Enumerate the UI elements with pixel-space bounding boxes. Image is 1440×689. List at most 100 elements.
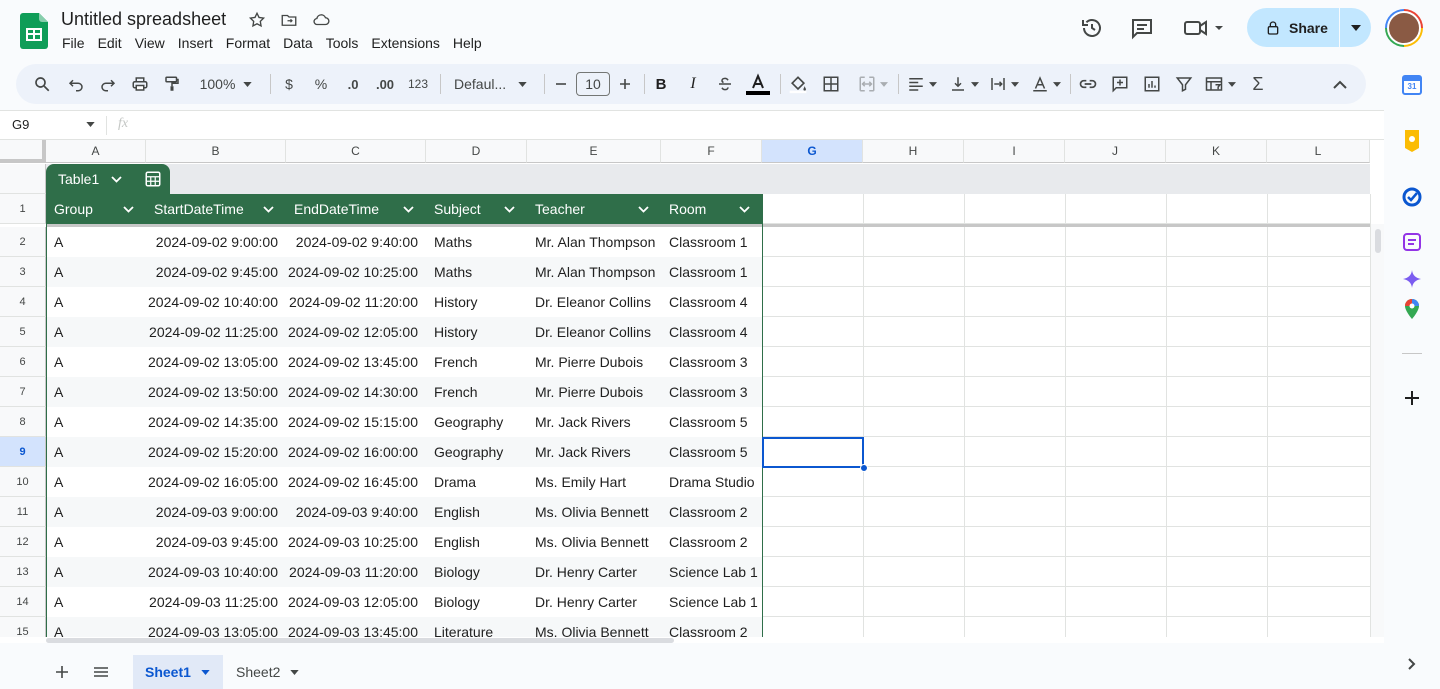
font-family-select[interactable]: Defaul... bbox=[448, 64, 532, 104]
filter-icon[interactable] bbox=[1172, 64, 1196, 104]
active-cell-selection[interactable] bbox=[762, 437, 864, 468]
table-cell-enddatetime[interactable]: 2024-09-02 14:30:00 bbox=[286, 377, 426, 407]
table-cell-group[interactable]: A bbox=[46, 317, 146, 347]
table-cell-subject[interactable]: Maths bbox=[426, 257, 527, 287]
column-header-j[interactable]: J bbox=[1065, 140, 1166, 163]
insert-chart-icon[interactable] bbox=[1140, 64, 1164, 104]
table-cell-room[interactable]: Science Lab 1 bbox=[661, 587, 762, 617]
row-header-14[interactable]: 14 bbox=[0, 587, 46, 617]
table-settings-icon[interactable] bbox=[138, 164, 168, 194]
table-cell-room[interactable]: Drama Studio bbox=[661, 467, 762, 497]
table-cell-subject[interactable]: History bbox=[426, 287, 527, 317]
sheet-tab-sheet2[interactable]: Sheet2 bbox=[236, 655, 316, 689]
row-header-5[interactable]: 5 bbox=[0, 317, 46, 347]
fill-color-icon[interactable] bbox=[786, 64, 810, 104]
row-header-1[interactable]: 1 bbox=[0, 194, 46, 224]
redo-icon[interactable] bbox=[94, 64, 122, 104]
paint-format-icon[interactable] bbox=[158, 64, 186, 104]
table-cell-teacher[interactable]: Ms. Olivia Bennett bbox=[527, 497, 661, 527]
table-cell-startdatetime[interactable]: 2024-09-02 9:45:00 bbox=[146, 257, 286, 287]
table-cell-teacher[interactable]: Mr. Pierre Dubois bbox=[527, 347, 661, 377]
filter-views-icon[interactable] bbox=[1202, 64, 1238, 104]
table-cell-subject[interactable]: French bbox=[426, 347, 527, 377]
table-cell-startdatetime[interactable]: 2024-09-03 9:00:00 bbox=[146, 497, 286, 527]
undo-icon[interactable] bbox=[62, 64, 90, 104]
table-cell-enddatetime[interactable]: 2024-09-02 10:25:00 bbox=[286, 257, 426, 287]
fill-handle[interactable] bbox=[860, 464, 868, 472]
calendar-icon[interactable]: 31 bbox=[1400, 73, 1424, 97]
table-cell-teacher[interactable]: Mr. Alan Thompson bbox=[527, 227, 661, 257]
row-header-10[interactable]: 10 bbox=[0, 467, 46, 497]
bold-button[interactable]: B bbox=[650, 64, 672, 104]
table-cell-group[interactable]: A bbox=[46, 377, 146, 407]
table-cell-subject[interactable]: History bbox=[426, 317, 527, 347]
column-menu-chevron-icon[interactable] bbox=[504, 205, 515, 213]
row-header-8[interactable]: 8 bbox=[0, 407, 46, 437]
print-icon[interactable] bbox=[126, 64, 154, 104]
table-cell-enddatetime[interactable]: 2024-09-02 13:45:00 bbox=[286, 347, 426, 377]
horizontal-align-icon[interactable] bbox=[904, 64, 940, 104]
zoom-select[interactable]: 100% bbox=[192, 64, 260, 104]
text-rotation-icon[interactable] bbox=[1028, 64, 1064, 104]
table-cell-teacher[interactable]: Dr. Henry Carter bbox=[527, 587, 661, 617]
all-sheets-icon[interactable] bbox=[88, 655, 114, 689]
table-cell-startdatetime[interactable]: 2024-09-03 11:25:00 bbox=[146, 587, 286, 617]
table-cell-group[interactable]: A bbox=[46, 467, 146, 497]
caret-down-icon[interactable] bbox=[290, 669, 300, 675]
percent-format-button[interactable]: % bbox=[310, 64, 332, 104]
column-header-b[interactable]: B bbox=[146, 140, 286, 163]
insert-comment-icon[interactable] bbox=[1108, 64, 1132, 104]
decrease-font-size-icon[interactable] bbox=[552, 64, 570, 104]
more-formats-button[interactable]: 123 bbox=[405, 64, 431, 104]
table-cell-subject[interactable]: Drama bbox=[426, 467, 527, 497]
table-cell-room[interactable]: Classroom 4 bbox=[661, 287, 762, 317]
table-cell-subject[interactable]: Geography bbox=[426, 407, 527, 437]
vertical-align-icon[interactable] bbox=[946, 64, 982, 104]
table-cell-group[interactable]: A bbox=[46, 557, 146, 587]
add-sheet-icon[interactable] bbox=[50, 655, 74, 689]
row-header-11[interactable]: 11 bbox=[0, 497, 46, 527]
column-menu-chevron-icon[interactable] bbox=[123, 205, 134, 213]
name-box-caret-icon[interactable] bbox=[86, 122, 95, 127]
search-menus-icon[interactable] bbox=[28, 64, 56, 104]
table-cell-enddatetime[interactable]: 2024-09-03 12:05:00 bbox=[286, 587, 426, 617]
table-cell-startdatetime[interactable]: 2024-09-03 10:40:00 bbox=[146, 557, 286, 587]
column-header-c[interactable]: C bbox=[286, 140, 426, 163]
column-header-d[interactable]: D bbox=[426, 140, 527, 163]
merge-cells-icon[interactable] bbox=[854, 64, 892, 104]
text-color-icon[interactable] bbox=[746, 64, 770, 104]
frozen-row-divider[interactable] bbox=[46, 224, 1370, 227]
column-header-h[interactable]: H bbox=[863, 140, 964, 163]
table-cell-enddatetime[interactable]: 2024-09-02 15:15:00 bbox=[286, 407, 426, 437]
table-cell-group[interactable]: A bbox=[46, 287, 146, 317]
tasks-icon[interactable] bbox=[1400, 185, 1424, 209]
table-cell-startdatetime[interactable]: 2024-09-03 9:45:00 bbox=[146, 527, 286, 557]
row-header-3[interactable]: 3 bbox=[0, 257, 46, 287]
gemini-icon[interactable] bbox=[1400, 267, 1424, 291]
row-header-2[interactable]: 2 bbox=[0, 227, 46, 257]
table-cell-startdatetime[interactable]: 2024-09-02 10:40:00 bbox=[146, 287, 286, 317]
horizontal-scrollbar[interactable] bbox=[0, 637, 1384, 643]
table-cell-enddatetime[interactable]: 2024-09-02 12:05:00 bbox=[286, 317, 426, 347]
column-header-i[interactable]: I bbox=[964, 140, 1065, 163]
menu-data[interactable]: Data bbox=[283, 35, 319, 51]
increase-decimal-button[interactable]: .00 bbox=[372, 64, 398, 104]
cloud-saved-icon[interactable] bbox=[311, 10, 331, 30]
chevron-down-icon[interactable] bbox=[111, 175, 122, 183]
row-header-4[interactable]: 4 bbox=[0, 287, 46, 317]
column-menu-chevron-icon[interactable] bbox=[403, 205, 414, 213]
strikethrough-icon[interactable] bbox=[714, 64, 736, 104]
get-addons-icon[interactable] bbox=[1400, 386, 1424, 410]
menu-extensions[interactable]: Extensions bbox=[371, 35, 445, 51]
table-cell-startdatetime[interactable]: 2024-09-02 11:25:00 bbox=[146, 317, 286, 347]
table-cell-group[interactable]: A bbox=[46, 527, 146, 557]
column-menu-chevron-icon[interactable] bbox=[263, 205, 274, 213]
table-cell-startdatetime[interactable]: 2024-09-02 9:00:00 bbox=[146, 227, 286, 257]
table-name-chip[interactable]: Table1 bbox=[46, 164, 170, 194]
menu-tools[interactable]: Tools bbox=[326, 35, 365, 51]
table-cell-teacher[interactable]: Mr. Jack Rivers bbox=[527, 407, 661, 437]
table-cell-teacher[interactable]: Dr. Eleanor Collins bbox=[527, 317, 661, 347]
table-cell-subject[interactable]: English bbox=[426, 527, 527, 557]
table-cell-startdatetime[interactable]: 2024-09-02 14:35:00 bbox=[146, 407, 286, 437]
move-folder-icon[interactable] bbox=[279, 10, 299, 30]
